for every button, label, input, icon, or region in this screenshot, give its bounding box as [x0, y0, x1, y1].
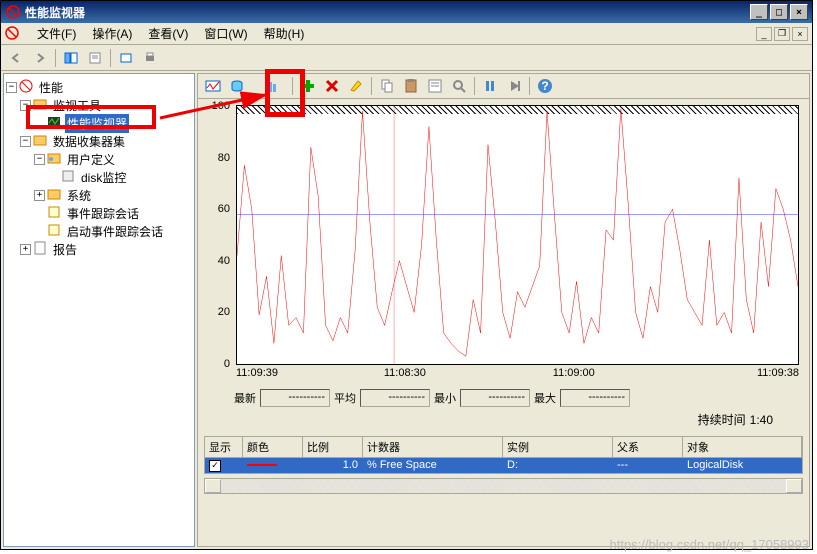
col-object[interactable]: 对象	[683, 437, 802, 457]
menu-help[interactable]: 帮助(H)	[256, 23, 313, 44]
cell-instance: D:	[503, 458, 613, 473]
cell-object: LogicalDisk	[683, 458, 802, 473]
cell-counter: % Free Space	[363, 458, 503, 473]
monitor-icon	[47, 115, 63, 131]
window-title: 性能监视器	[25, 4, 750, 21]
delete-counter-button[interactable]	[321, 75, 343, 97]
tree-user-defined[interactable]: 用户定义	[65, 150, 117, 169]
tree-event-trace[interactable]: 事件跟踪会话	[65, 204, 141, 223]
col-show[interactable]: 显示	[205, 437, 243, 457]
scroll-left-button[interactable]	[205, 479, 221, 493]
freeze-button[interactable]	[479, 75, 501, 97]
minimize-button[interactable]: _	[750, 4, 768, 20]
export-button[interactable]	[115, 47, 137, 69]
scroll-right-button[interactable]	[786, 479, 802, 493]
properties-button[interactable]	[84, 47, 106, 69]
titlebar: 性能监视器 _ □ ×	[1, 1, 812, 23]
paste-button[interactable]	[400, 75, 422, 97]
back-button[interactable]	[5, 47, 27, 69]
expand-icon[interactable]: −	[20, 136, 31, 147]
main-toolbar	[1, 45, 812, 71]
col-scale[interactable]: 比例	[303, 437, 363, 457]
app-icon	[5, 26, 21, 42]
max-label: 最大	[534, 390, 556, 406]
tree-root[interactable]: 性能	[37, 78, 65, 97]
report-icon	[33, 241, 49, 257]
duration-value: 1:40	[750, 413, 773, 427]
tree-reports[interactable]: 报告	[51, 240, 79, 259]
min-label: 最小	[434, 390, 456, 406]
mdi-restore[interactable]: ❐	[774, 27, 790, 41]
horizontal-scrollbar[interactable]	[204, 478, 803, 494]
highlight-button[interactable]	[345, 75, 367, 97]
tree-startup-trace[interactable]: 启动事件跟踪会话	[65, 222, 165, 241]
max-value: ----------	[560, 389, 630, 407]
close-button[interactable]: ×	[790, 4, 808, 20]
col-instance[interactable]: 实例	[503, 437, 613, 457]
zoom-button[interactable]	[448, 75, 470, 97]
min-value: ----------	[460, 389, 530, 407]
duration-label: 持续时间	[698, 411, 746, 428]
watermark: https://blog.csdn.net/qq_17058993	[610, 537, 810, 552]
show-hide-tree-button[interactable]	[60, 47, 82, 69]
col-parent[interactable]: 父系	[613, 437, 683, 457]
tree-monitoring-tools[interactable]: 监视工具	[51, 96, 103, 115]
avg-value: ----------	[360, 389, 430, 407]
mdi-close[interactable]: ×	[792, 27, 808, 41]
chart-toolbar: ?	[197, 73, 810, 99]
menu-action[interactable]: 操作(A)	[84, 23, 140, 44]
view-current-button[interactable]	[202, 75, 224, 97]
perf-icon	[19, 79, 35, 95]
stats-row: 最新 ---------- 平均 ---------- 最小 ---------…	[204, 385, 803, 411]
col-color[interactable]: 颜色	[243, 437, 303, 457]
trace-icon	[47, 223, 63, 239]
col-counter[interactable]: 计数器	[363, 437, 503, 457]
counter-row[interactable]: ✓ 1.0 % Free Space D: --- LogicalDisk	[205, 458, 802, 473]
expand-icon[interactable]: +	[20, 244, 31, 255]
expand-icon[interactable]: −	[20, 100, 31, 111]
print-button[interactable]	[139, 47, 161, 69]
expand-icon[interactable]: −	[6, 82, 17, 93]
system-folder-icon	[47, 187, 63, 203]
copy-button[interactable]	[376, 75, 398, 97]
help-button[interactable]: ?	[534, 75, 556, 97]
properties-button[interactable]	[424, 75, 446, 97]
color-swatch	[247, 464, 277, 466]
menu-file[interactable]: 文件(F)	[29, 23, 84, 44]
menu-view[interactable]: 查看(V)	[140, 23, 196, 44]
cell-scale: 1.0	[303, 458, 363, 473]
maximize-button[interactable]: □	[770, 4, 788, 20]
duration-row: 持续时间 1:40	[204, 411, 803, 432]
menubar: 文件(F) 操作(A) 查看(V) 窗口(W) 帮助(H) _ ❐ ×	[1, 23, 812, 45]
show-checkbox[interactable]: ✓	[209, 460, 221, 472]
latest-value: ----------	[260, 389, 330, 407]
navigation-tree[interactable]: −性能 −监视工具 性能监视器 −数据收集器集 −用户定义 disk监控 +系统…	[3, 73, 195, 547]
mdi-minimize[interactable]: _	[756, 27, 772, 41]
chart-type-button[interactable]	[260, 75, 282, 97]
update-button[interactable]	[503, 75, 525, 97]
line-chart[interactable]: 020406080100 11:09:3911:08:3011:09:0011:…	[204, 105, 803, 385]
counter-grid[interactable]: 显示 颜色 比例 计数器 实例 父系 对象 ✓ 1.0 % Free Space…	[204, 436, 803, 474]
expand-icon[interactable]: +	[34, 190, 45, 201]
avg-label: 平均	[334, 390, 356, 406]
forward-button[interactable]	[29, 47, 51, 69]
add-counter-button[interactable]	[297, 75, 319, 97]
tree-data-collector[interactable]: 数据收集器集	[51, 132, 127, 151]
tree-disk-monitor[interactable]: disk监控	[79, 168, 128, 187]
folder-icon	[33, 133, 49, 149]
folder-icon	[33, 97, 49, 113]
cell-parent: ---	[613, 458, 683, 473]
collector-icon	[61, 169, 77, 185]
trace-icon	[47, 205, 63, 221]
tree-system[interactable]: 系统	[65, 186, 93, 205]
chart-area: 020406080100 11:09:3911:08:3011:09:0011:…	[197, 99, 810, 547]
expand-icon[interactable]: −	[34, 154, 45, 165]
svg-text:?: ?	[541, 79, 548, 93]
app-icon	[5, 4, 21, 20]
view-log-button[interactable]	[226, 75, 248, 97]
latest-label: 最新	[234, 390, 256, 406]
user-folder-icon	[47, 151, 63, 167]
tree-perf-monitor[interactable]: 性能监视器	[65, 114, 129, 133]
menu-window[interactable]: 窗口(W)	[196, 23, 255, 44]
